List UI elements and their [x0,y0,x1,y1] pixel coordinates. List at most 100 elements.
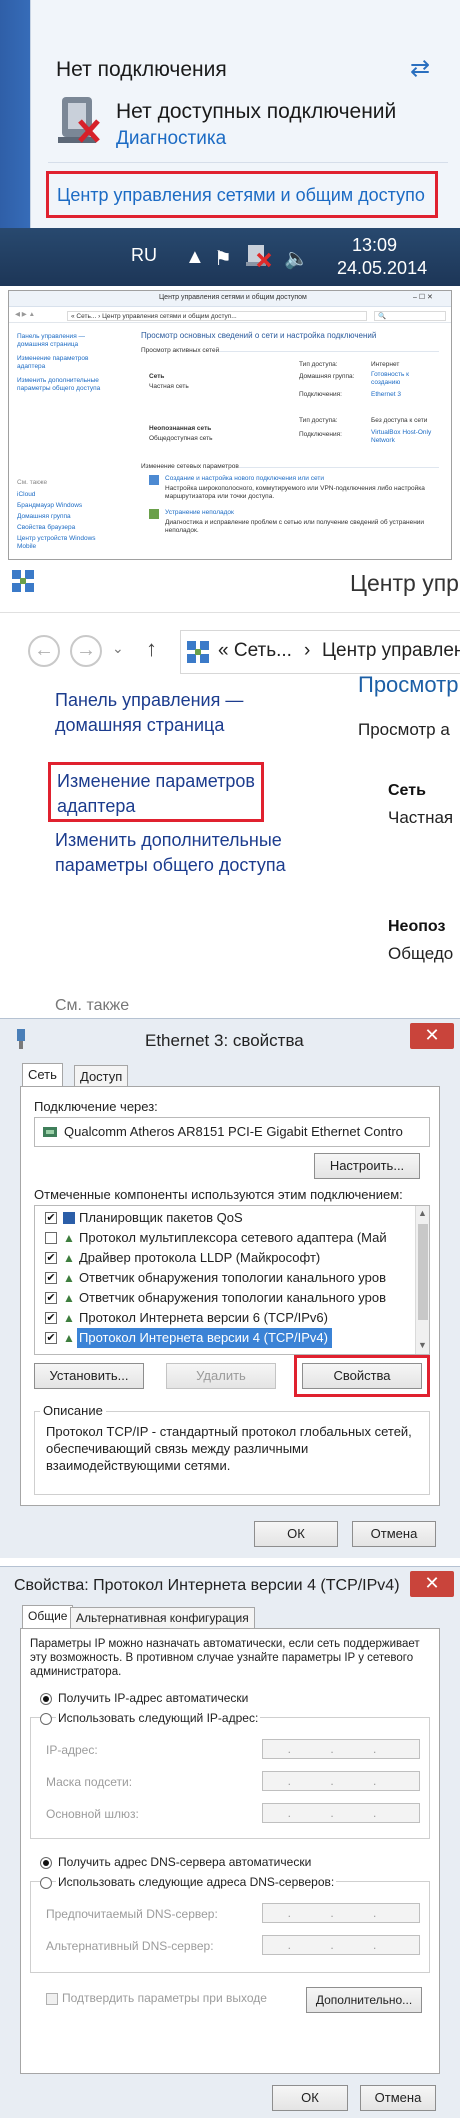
cancel-button[interactable]: Отмена [352,1521,436,1547]
network-center-link[interactable]: Центр управления сетями и общим доступо [46,171,438,218]
back-icon[interactable]: ← [28,635,60,667]
divider [219,351,439,352]
net1-access-value: Интернет [371,361,400,368]
close-button[interactable]: ✕ [410,1023,454,1049]
configure-button[interactable]: Настроить... [314,1153,420,1179]
properties-button[interactable]: Свойства [302,1363,422,1389]
home-link[interactable]: Панель управления — домашняя страница [55,688,255,738]
sidebar: Панель управления — домашняя страница Из… [9,327,127,559]
auto-dns-radio[interactable] [40,1857,52,1869]
chevron-down-icon[interactable]: ⌄ [112,640,124,657]
up-arrow-icon[interactable]: ↑ [146,636,157,662]
breadcrumb-network[interactable]: « Сеть... [218,640,292,662]
diagnostics-link[interactable]: Диагностика [116,128,226,150]
sidebar-sharing-link[interactable]: Изменить дополнительные параметры общего… [17,377,117,393]
tab-general[interactable]: Общие [22,1605,74,1629]
window-controls[interactable]: – ☐ ✕ [413,293,433,301]
see-also-label: См. также [17,479,48,486]
net2-connection-link[interactable]: VirtualBox Host-Only Network [371,429,437,445]
flag-icon[interactable]: ⚑ [214,246,232,271]
net1-homegroup-link[interactable]: Готовность к созданию [371,371,431,387]
manual-dns-radio[interactable] [40,1877,52,1889]
component-checkbox[interactable]: ✔ [45,1312,57,1324]
subnet-mask-field[interactable]: . . . [262,1771,420,1791]
scrollbar[interactable]: ▲ ▼ [415,1206,429,1354]
search-box[interactable]: 🔍 [374,311,446,321]
alternate-dns-label: Альтернативный DNS-сервер: [46,1939,214,1953]
scrollbar-thumb[interactable] [418,1224,428,1320]
clock-date[interactable]: 24.05.2014 [337,258,427,279]
component-checkbox[interactable]: ✔ [45,1212,57,1224]
gateway-field[interactable]: . . . [262,1803,420,1823]
manual-ip-radio[interactable] [40,1713,52,1725]
scroll-down-icon[interactable]: ▼ [418,1340,427,1350]
validate-label: Подтвердить параметры при выходе [62,1991,267,2005]
component-checkbox[interactable]: ✔ [45,1332,57,1344]
ok-button[interactable]: ОК [254,1521,338,1547]
address-bar[interactable]: « Сеть... › Центр управления сетями и об… [67,311,367,321]
new-connection-icon [149,475,159,485]
see-also-firewall[interactable]: Брандмауэр Windows [17,502,82,510]
see-also-mobile[interactable]: Центр устройств Windows Mobile [17,535,113,551]
net1-name: Сеть [149,373,165,380]
cancel-button[interactable]: Отмена [360,2085,436,2111]
sub-heading: Просмотр а [358,720,450,739]
forward-icon[interactable]: → [70,635,102,667]
remove-button[interactable]: Удалить [166,1363,276,1389]
list-item[interactable]: ✔ ▲ Ответчик обнаружения топологии канал… [35,1268,415,1288]
ethernet-properties-dialog: Ethernet 3: свойства ✕ Сеть Доступ Подкл… [0,1018,460,1558]
list-item[interactable]: ✔ ▲ Протокол Интернета версии 6 (TCP/IPv… [35,1308,415,1328]
network-tray-icon[interactable] [246,244,272,268]
list-item[interactable]: ✔ Планировщик пакетов QoS [35,1208,415,1228]
sharing-settings-link[interactable]: Изменить дополнительные параметры общего… [55,828,335,878]
install-button[interactable]: Установить... [34,1363,144,1389]
new-connection-link[interactable]: Создание и настройка нового подключения … [165,475,324,483]
protocol-icon: ▲ [63,1231,75,1245]
main-heading: Просмотр основных сведений о сети и наст… [141,331,377,340]
ip-address-label: IP-адрес: [46,1743,98,1757]
list-item[interactable]: ✔ ▲ Протокол Интернета версии 4 (TCP/IPv… [35,1328,415,1348]
component-checkbox[interactable]: ✔ [45,1292,57,1304]
preferred-dns-field[interactable]: . . . [262,1903,420,1923]
net1-access-label: Тип доступа: [299,361,338,368]
tab-network[interactable]: Сеть [22,1063,63,1087]
tab-access[interactable]: Доступ [74,1065,129,1087]
validate-checkbox[interactable] [46,1993,58,2005]
breadcrumb-center[interactable]: Центр управлен [322,640,460,662]
ok-button[interactable]: ОК [272,2085,348,2111]
net1-connection-link[interactable]: Ethernet 3 [371,391,401,399]
see-also-homegroup[interactable]: Домашняя группа [17,513,71,521]
nav-arrows[interactable]: ◀ ▶ ▲ [15,311,35,319]
adapter-settings-link[interactable]: Изменение параметров адаптера [48,762,264,822]
volume-icon[interactable]: 🔈 [284,246,309,271]
list-item[interactable]: ✔ ▲ Драйвер протокола LLDP (Майкрософт) [35,1248,415,1268]
tab-alternate[interactable]: Альтернативная конфигурация [70,1607,255,1629]
see-also-icloud[interactable]: iCloud [17,491,35,499]
breadcrumb-separator: › [304,640,311,661]
show-hidden-icons-icon[interactable]: ▲ [185,246,205,269]
scroll-up-icon[interactable]: ▲ [418,1208,427,1218]
see-also-browser[interactable]: Свойства браузера [17,524,75,532]
sidebar-home-link[interactable]: Панель управления — домашняя страница [17,333,107,349]
taskbar: RU ▲ ⚑ 🔈 13:09 24.05.2014 [0,228,460,286]
dialog-title: Свойства: Протокол Интернета версии 4 (T… [14,1577,400,1594]
advanced-button[interactable]: Дополнительно... [306,1987,422,2013]
ip-address-field[interactable]: . . . [262,1739,420,1759]
troubleshoot-link[interactable]: Устранение неполадок [165,509,234,517]
auto-ip-radio[interactable] [40,1693,52,1705]
component-checkbox[interactable]: ✔ [45,1252,57,1264]
language-indicator[interactable]: RU [131,245,157,266]
alternate-dns-field[interactable]: . . . [262,1935,420,1955]
sidebar-adapter-link[interactable]: Изменение параметров адаптера [17,355,107,371]
description-text: Протокол TCP/IP - стандартный протокол г… [46,1424,412,1473]
components-list: ✔ Планировщик пакетов QoS ▲ Протокол мул… [34,1205,430,1355]
list-item[interactable]: ✔ ▲ Ответчик обнаружения топологии канал… [35,1288,415,1308]
clock-time[interactable]: 13:09 [352,235,397,256]
network-center-zoomed: Центр упр ← → ⌄ ↑ « Сеть... › Центр упра… [0,560,460,1012]
close-button[interactable]: ✕ [410,1571,454,1597]
refresh-icon[interactable]: ⇄ [410,54,436,82]
component-checkbox[interactable]: ✔ [45,1272,57,1284]
component-checkbox[interactable] [45,1232,57,1244]
preferred-dns-label: Предпочитаемый DNS-сервер: [46,1907,218,1921]
list-item[interactable]: ▲ Протокол мультиплексора сетевого адапт… [35,1228,415,1248]
